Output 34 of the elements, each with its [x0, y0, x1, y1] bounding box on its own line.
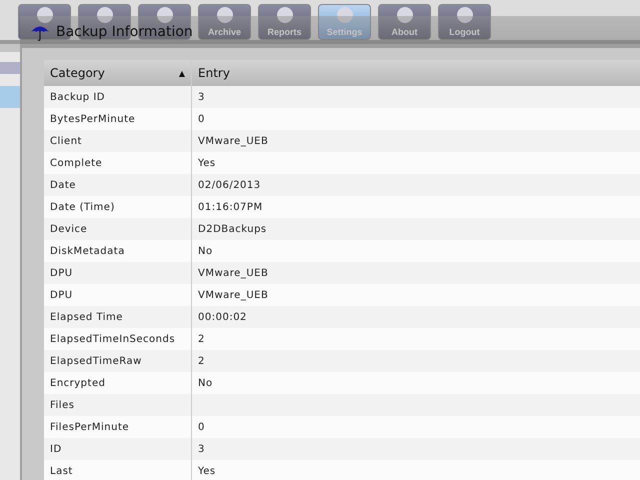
- table-cell-text: No: [197, 376, 214, 390]
- table-cell-text: 3: [197, 90, 206, 104]
- table-cell-text: 02/06/2013: [197, 178, 262, 192]
- table-cell-text: VMware_UEB: [197, 288, 270, 302]
- table-cell-text: 00:00:02: [197, 310, 248, 324]
- table-cell-text: No: [197, 244, 214, 258]
- toolbar-button[interactable]: Archive: [198, 4, 251, 40]
- table-cell: Last: [44, 460, 192, 480]
- circle-icon: [336, 7, 352, 23]
- toolbar-button[interactable]: Logout: [438, 4, 491, 40]
- sort-arrow: ▲: [178, 68, 185, 78]
- table-cell-text: VMware_UEB: [197, 134, 270, 148]
- table-cell-text: VMware_UEB: [197, 266, 270, 280]
- circle-icon: [36, 7, 52, 23]
- table-cell-text: 2: [197, 332, 206, 346]
- table-cell-text: Yes: [197, 464, 217, 478]
- toolbar-button[interactable]: About: [378, 4, 431, 40]
- circle-icon: [396, 7, 412, 23]
- toolbar-button[interactable]: Reports: [258, 4, 311, 40]
- circle-icon: [96, 7, 112, 23]
- column-header[interactable]: Entry: [192, 60, 640, 86]
- table-cell-text: 2: [197, 354, 206, 368]
- table-cell-text: 0: [197, 112, 206, 126]
- circle-icon: [216, 7, 232, 23]
- circle-icon: [456, 7, 472, 23]
- circle-icon: [156, 7, 172, 23]
- toolbar-button[interactable]: Settings: [318, 4, 371, 40]
- table-cell-text: 0: [197, 420, 206, 434]
- circle-icon: [276, 7, 292, 23]
- table-cell-text: 01:16:07PM: [197, 200, 264, 214]
- table-cell-text: Yes: [197, 156, 217, 170]
- sidebar-background: [0, 62, 20, 74]
- table-cell-text: 3: [197, 442, 206, 456]
- table-cell-text: D2DBackups: [197, 222, 268, 236]
